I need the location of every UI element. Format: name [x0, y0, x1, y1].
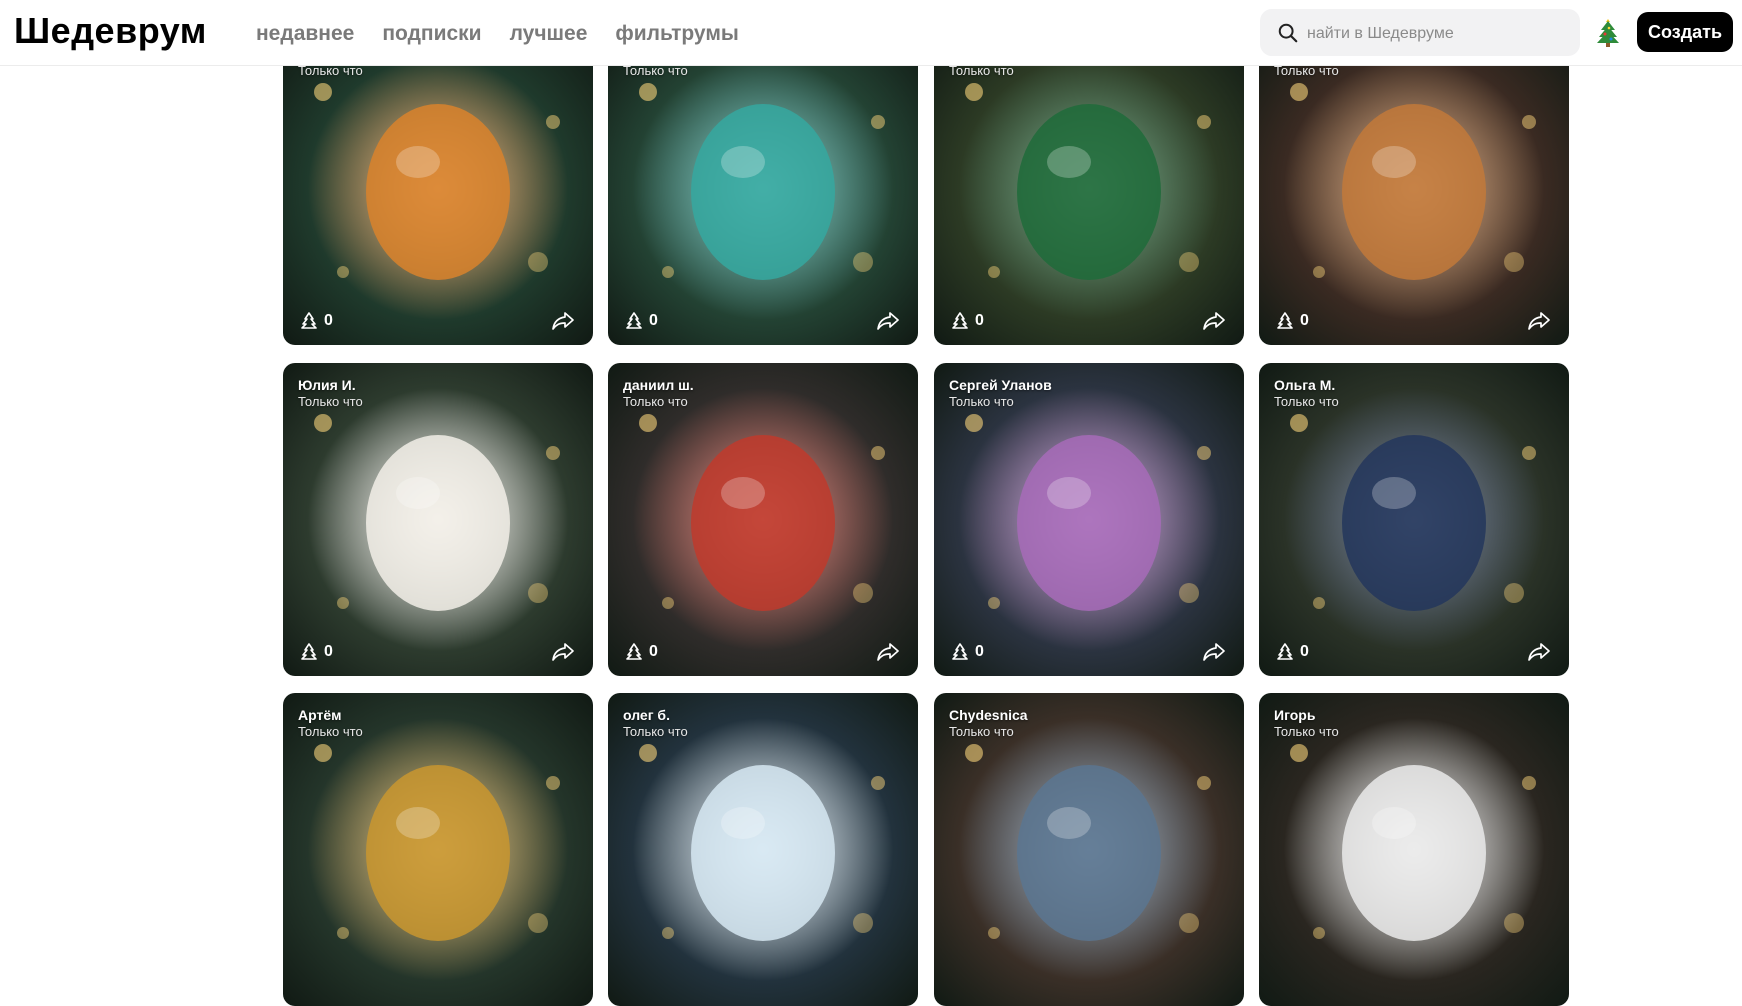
- share-icon[interactable]: [551, 311, 575, 331]
- feed-card[interactable]: Только что 0: [283, 32, 593, 345]
- feed-card[interactable]: Артём Только что: [283, 693, 593, 1006]
- share-icon[interactable]: [551, 642, 575, 662]
- christmas-tree-icon[interactable]: [1595, 17, 1621, 47]
- feed-card[interactable]: Игорь Только что: [1259, 693, 1569, 1006]
- card-timestamp: Только что: [623, 394, 688, 409]
- search-input[interactable]: [1305, 9, 1569, 58]
- tree-like-icon: [626, 312, 642, 329]
- card-author[interactable]: даниил ш.: [623, 377, 694, 393]
- nav-filtrums[interactable]: фильтрумы: [615, 22, 738, 46]
- like-button[interactable]: 0: [1275, 642, 1309, 662]
- card-image: [1259, 32, 1569, 345]
- like-count: 0: [649, 643, 658, 660]
- like-count: 0: [649, 312, 658, 329]
- like-button[interactable]: 0: [299, 311, 333, 331]
- share-icon[interactable]: [1527, 311, 1551, 331]
- like-count: 0: [324, 312, 333, 329]
- tree-like-icon: [952, 312, 968, 329]
- nav-subscriptions[interactable]: подписки: [382, 22, 481, 46]
- feed-card[interactable]: Только что 0: [608, 32, 918, 345]
- card-image: [608, 693, 918, 1006]
- card-author[interactable]: Игорь: [1274, 707, 1315, 723]
- tree-like-icon: [626, 643, 642, 660]
- tree-like-icon: [301, 643, 317, 660]
- card-image: [608, 363, 918, 676]
- feed-card[interactable]: Ольга М. Только что 0: [1259, 363, 1569, 676]
- top-bar: Шедеврум недавнее подписки лучшее фильтр…: [0, 0, 1742, 66]
- feed-card[interactable]: Сергей Уланов Только что 0: [934, 363, 1244, 676]
- card-author[interactable]: Артём: [298, 707, 341, 723]
- tree-like-icon: [1277, 312, 1293, 329]
- card-timestamp: Только что: [623, 724, 688, 739]
- card-image: [608, 32, 918, 345]
- share-icon[interactable]: [1527, 642, 1551, 662]
- like-count: 0: [1300, 312, 1309, 329]
- feed-card[interactable]: Только что 0: [934, 32, 1244, 345]
- share-icon[interactable]: [1202, 311, 1226, 331]
- feed-card[interactable]: Только что 0: [1259, 32, 1569, 345]
- card-author[interactable]: Юлия И.: [298, 377, 356, 393]
- card-image: [934, 363, 1244, 676]
- like-count: 0: [324, 643, 333, 660]
- card-image: [283, 693, 593, 1006]
- tree-like-icon: [952, 643, 968, 660]
- card-image: [934, 32, 1244, 345]
- card-author[interactable]: Ольга М.: [1274, 377, 1335, 393]
- feed-card[interactable]: Chydesnica Только что: [934, 693, 1244, 1006]
- card-author[interactable]: Сергей Уланов: [949, 377, 1052, 393]
- share-icon[interactable]: [876, 311, 900, 331]
- card-timestamp: Только что: [949, 394, 1014, 409]
- card-timestamp: Только что: [298, 724, 363, 739]
- site-logo[interactable]: Шедеврум: [14, 10, 207, 52]
- share-icon[interactable]: [876, 642, 900, 662]
- nav-recent[interactable]: недавнее: [256, 22, 354, 46]
- share-icon[interactable]: [1202, 642, 1226, 662]
- like-button[interactable]: 0: [950, 311, 984, 331]
- card-image: [934, 693, 1244, 1006]
- like-count: 0: [975, 312, 984, 329]
- card-author[interactable]: Chydesnica: [949, 707, 1028, 723]
- card-timestamp: Только что: [298, 394, 363, 409]
- card-image: [1259, 363, 1569, 676]
- card-timestamp: Только что: [949, 724, 1014, 739]
- card-timestamp: Только что: [1274, 724, 1339, 739]
- card-timestamp: Только что: [1274, 394, 1339, 409]
- feed-card[interactable]: олег б. Только что: [608, 693, 918, 1006]
- search-box[interactable]: [1260, 9, 1580, 58]
- card-image: [283, 363, 593, 676]
- like-button[interactable]: 0: [950, 642, 984, 662]
- feed-card[interactable]: даниил ш. Только что 0: [608, 363, 918, 676]
- card-image: [283, 32, 593, 345]
- like-count: 0: [1300, 643, 1309, 660]
- like-button[interactable]: 0: [299, 642, 333, 662]
- tree-like-icon: [301, 312, 317, 329]
- create-button[interactable]: Создать: [1637, 12, 1733, 52]
- feed-card[interactable]: Юлия И. Только что 0: [283, 363, 593, 676]
- like-button[interactable]: 0: [1275, 311, 1309, 331]
- like-button[interactable]: 0: [624, 311, 658, 331]
- nav-best[interactable]: лучшее: [510, 22, 588, 46]
- search-icon: [1278, 23, 1298, 43]
- like-button[interactable]: 0: [624, 642, 658, 662]
- like-count: 0: [975, 643, 984, 660]
- main-nav: недавнее подписки лучшее фильтрумы: [256, 22, 739, 46]
- card-image: [1259, 693, 1569, 1006]
- card-author[interactable]: олег б.: [623, 707, 670, 723]
- tree-like-icon: [1277, 643, 1293, 660]
